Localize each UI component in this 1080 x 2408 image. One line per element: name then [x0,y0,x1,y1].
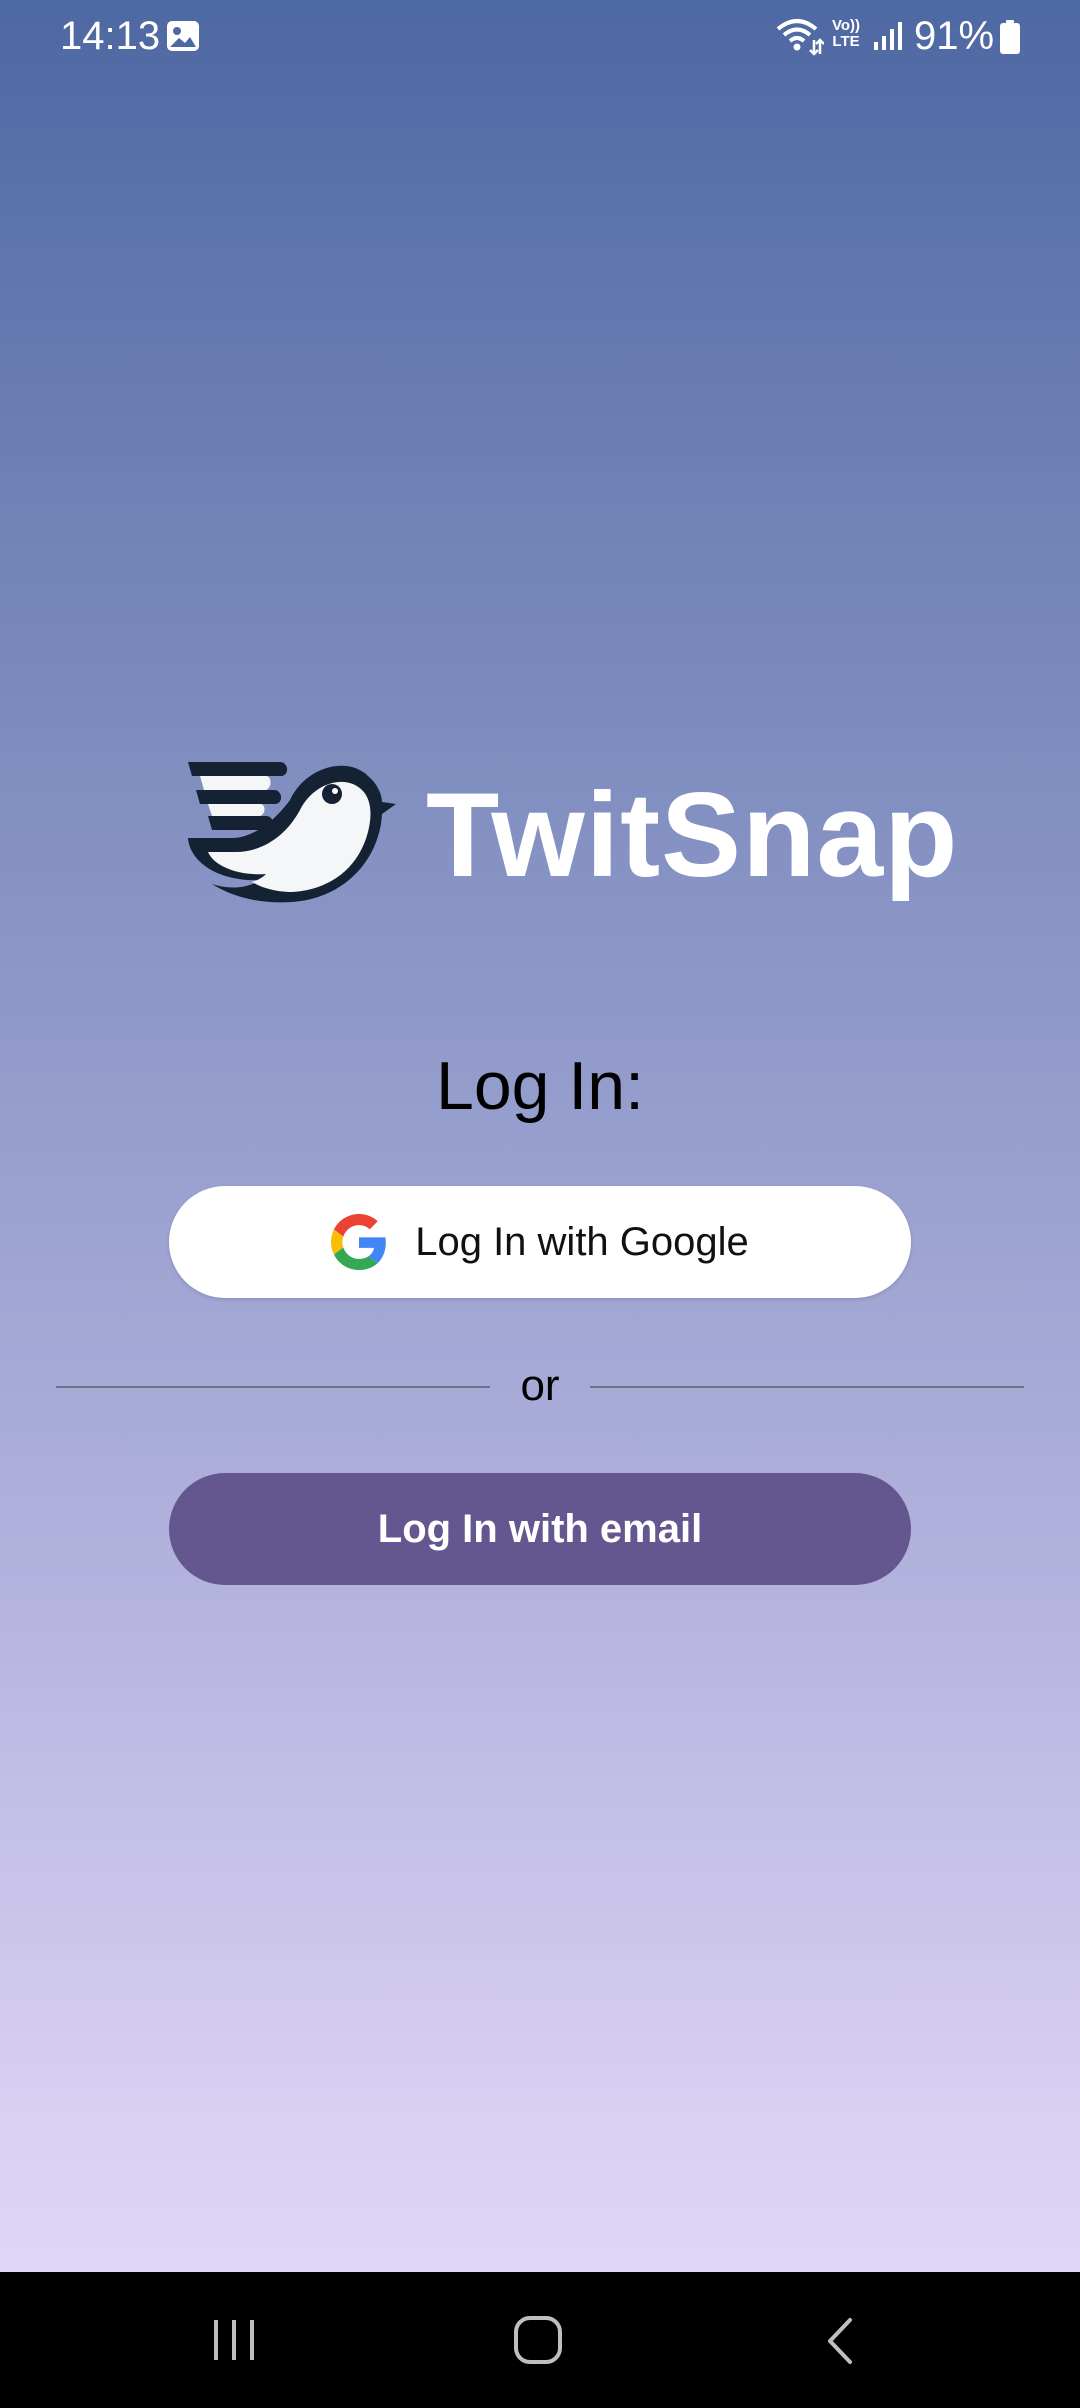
back-icon[interactable] [820,2316,860,2366]
recents-icon[interactable] [210,2316,260,2364]
google-login-button[interactable]: Log In with Google [169,1186,911,1298]
gallery-icon [166,20,200,52]
app-name: TwitSnap [426,768,959,902]
divider-line-left [56,1386,490,1388]
status-bar: 14:13 Vo)) LTE 91% [0,0,1080,72]
navigation-bar [0,2272,1080,2408]
app-logo: TwitSnap [182,752,957,912]
status-time: 14:13 [60,14,161,58]
google-g-icon [331,1214,387,1270]
login-screen: 14:13 Vo)) LTE 91% TwitSnap Log In: Log … [0,0,1080,2408]
signal-icon [872,20,904,52]
email-login-button[interactable]: Log In with email [169,1473,911,1585]
divider-line-right [590,1386,1024,1388]
battery-percentage: 91% [914,14,995,58]
or-divider: or [56,1358,1024,1414]
email-login-label: Log In with email [377,1506,703,1551]
wifi-icon [774,16,825,56]
google-login-label: Log In with Google [415,1219,749,1264]
home-icon[interactable] [512,2314,564,2366]
bird-logo-icon [182,752,396,912]
login-heading: Log In: [436,1048,644,1124]
volte-icon: Vo)) LTE [831,17,861,50]
battery-icon [1000,20,1020,54]
divider-text: or [520,1361,560,1410]
